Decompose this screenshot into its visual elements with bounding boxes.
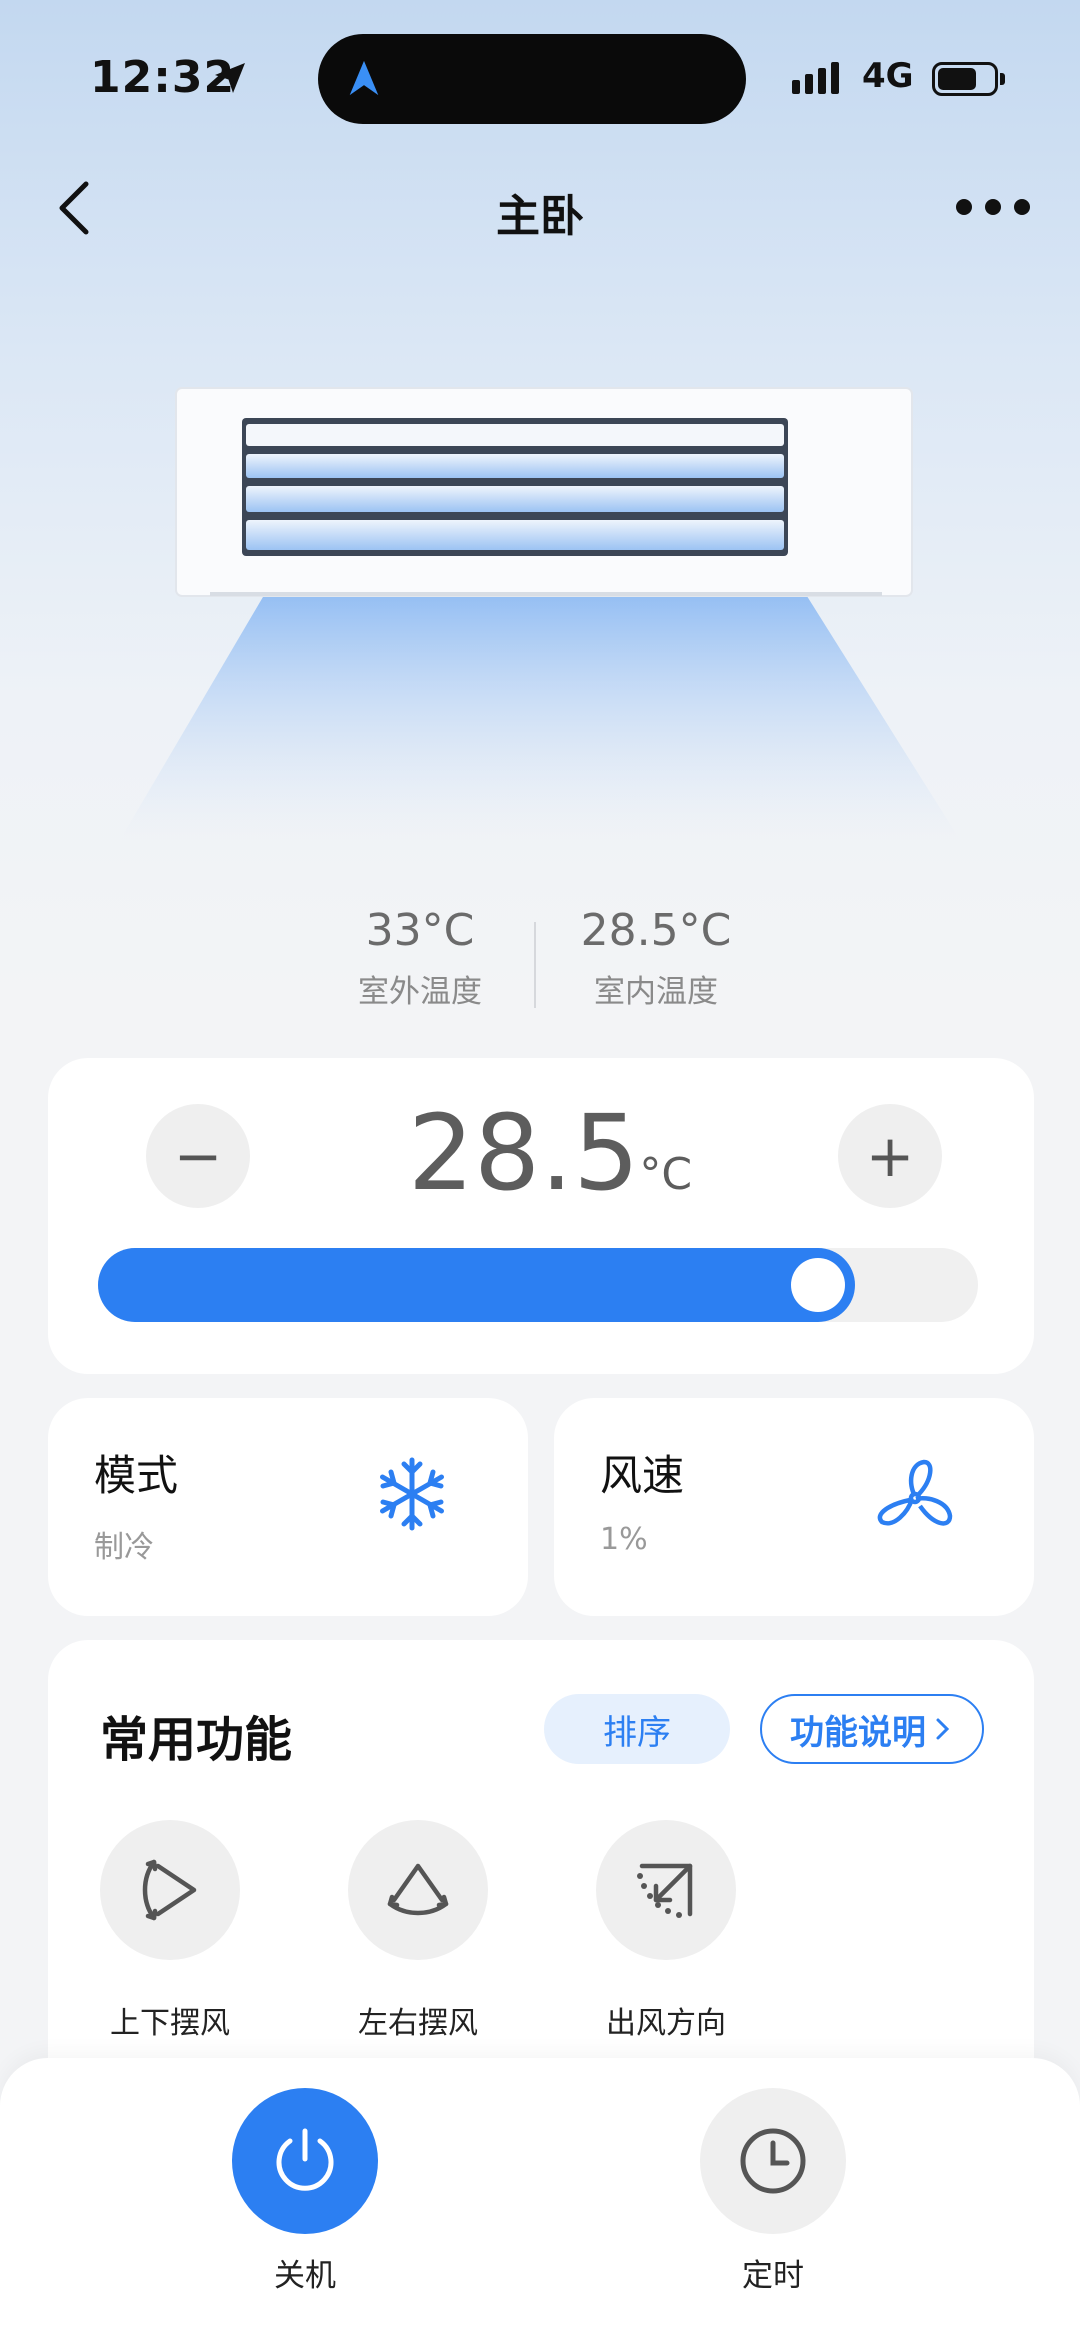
chevron-right-icon: [936, 1718, 950, 1740]
mode-value: 制冷: [94, 1530, 154, 1565]
temperature-divider: [534, 922, 536, 1008]
wind-title: 风速: [600, 1451, 685, 1500]
horizontal-swing-label: 左右摆风: [358, 2006, 478, 2041]
power-icon: [276, 2128, 334, 2191]
navigation-arrow-icon: [349, 60, 379, 96]
more-options-icon[interactable]: [956, 195, 1030, 219]
indoor-temp-label: 室内温度: [594, 974, 718, 1010]
bottom-action-bar: [0, 2058, 1080, 2347]
sort-button[interactable]: 排序: [544, 1694, 730, 1764]
battery-tip: [1000, 73, 1005, 85]
timer-button[interactable]: [700, 2088, 846, 2234]
outdoor-temperature: 33°C 室外温度: [320, 905, 520, 1011]
network-type: 4G: [862, 56, 914, 96]
vertical-swing-button[interactable]: [100, 1820, 240, 1960]
outdoor-temp-label: 室外温度: [358, 974, 482, 1010]
horizontal-swing-icon: [387, 1863, 449, 1916]
clock-icon: [740, 2128, 806, 2194]
back-icon[interactable]: [50, 178, 100, 238]
timer-label: 定时: [742, 2258, 804, 2294]
page-title: 主卧: [496, 191, 584, 242]
mode-title: 模式: [94, 1451, 179, 1500]
cellular-signal-icon: [792, 62, 839, 94]
decrease-temperature-button[interactable]: −: [146, 1104, 250, 1208]
airflow-direction-icon: [637, 1863, 693, 1918]
indoor-temp-value: 28.5°C: [580, 905, 732, 956]
setpoint-unit: °C: [639, 1149, 693, 1200]
indoor-temperature: 28.5°C 室内温度: [556, 905, 756, 1011]
snowflake-icon: [380, 1457, 444, 1531]
temperature-slider-fill: [98, 1248, 855, 1322]
temperature-slider-thumb[interactable]: [791, 1258, 845, 1312]
increase-temperature-button[interactable]: +: [838, 1104, 942, 1208]
wind-value: 1%: [600, 1522, 648, 1557]
functions-title: 常用功能: [100, 1712, 293, 1768]
vertical-swing-icon: [142, 1859, 197, 1921]
function-help-button[interactable]: 功能说明: [760, 1694, 984, 1764]
airflow-direction-label: 出风方向: [606, 2006, 726, 2041]
fan-icon: [877, 1459, 953, 1526]
power-label: 关机: [274, 2258, 336, 2294]
setpoint-display: 28.5°C: [380, 1092, 720, 1214]
function-help-label: 功能说明: [790, 1712, 926, 1753]
wind-speed-card[interactable]: 风速 1%: [554, 1398, 1034, 1616]
air-conditioner-illustration: [120, 387, 960, 840]
dynamic-island: [318, 34, 746, 124]
vertical-swing-label: 上下摆风: [110, 2006, 230, 2041]
location-arrow-icon: [215, 63, 245, 93]
setpoint-value: 28.5: [407, 1092, 640, 1214]
power-button[interactable]: [232, 2088, 378, 2234]
sort-label: 排序: [603, 1712, 671, 1753]
battery-level: [938, 68, 976, 90]
airflow-direction-button[interactable]: [596, 1820, 736, 1960]
outdoor-temp-value: 33°C: [365, 905, 475, 956]
horizontal-swing-button[interactable]: [348, 1820, 488, 1960]
mode-card[interactable]: 模式 制冷: [48, 1398, 528, 1616]
